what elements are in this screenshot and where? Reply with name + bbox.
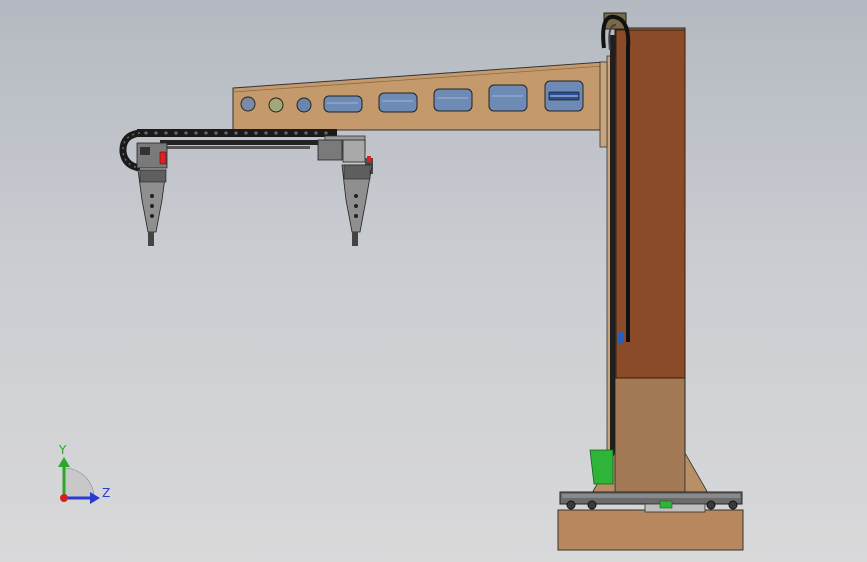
wheel-4 xyxy=(728,500,738,510)
wheel-2 xyxy=(587,500,597,510)
base xyxy=(557,491,744,551)
arm-window-2 xyxy=(378,92,418,113)
column-guide xyxy=(610,35,615,495)
base-block xyxy=(557,509,744,551)
base-motor xyxy=(644,503,706,513)
triad-y-label: Y xyxy=(59,443,67,457)
arm-end-plate xyxy=(599,61,608,148)
wheel-1 xyxy=(566,500,576,510)
green-plate xyxy=(589,449,614,485)
jib-crane-model[interactable] xyxy=(0,0,867,562)
right-tool-carriage xyxy=(317,139,343,161)
arm-window-4 xyxy=(488,84,528,112)
arm-hole-2 xyxy=(268,97,284,113)
column-gusset-right xyxy=(684,451,709,494)
coordinate-triad xyxy=(58,457,100,504)
arm-hole-1 xyxy=(240,96,256,112)
left-tool-tip xyxy=(148,232,154,246)
right-tool-tip xyxy=(352,232,358,246)
wheel-3 xyxy=(706,500,716,510)
column xyxy=(589,12,709,495)
triad-arc xyxy=(63,467,95,499)
triad-z-label: Z xyxy=(102,486,111,500)
arm-window-1 xyxy=(323,95,363,113)
trolley-rail xyxy=(160,140,335,145)
arm-window-3 xyxy=(433,88,473,112)
right-tool xyxy=(317,139,373,246)
left-tool xyxy=(136,142,168,246)
column-blue-accent xyxy=(617,332,623,344)
arm-hole-3 xyxy=(296,97,312,113)
triad-x-axis xyxy=(60,494,68,502)
cad-viewport[interactable]: Y Z xyxy=(0,0,867,562)
